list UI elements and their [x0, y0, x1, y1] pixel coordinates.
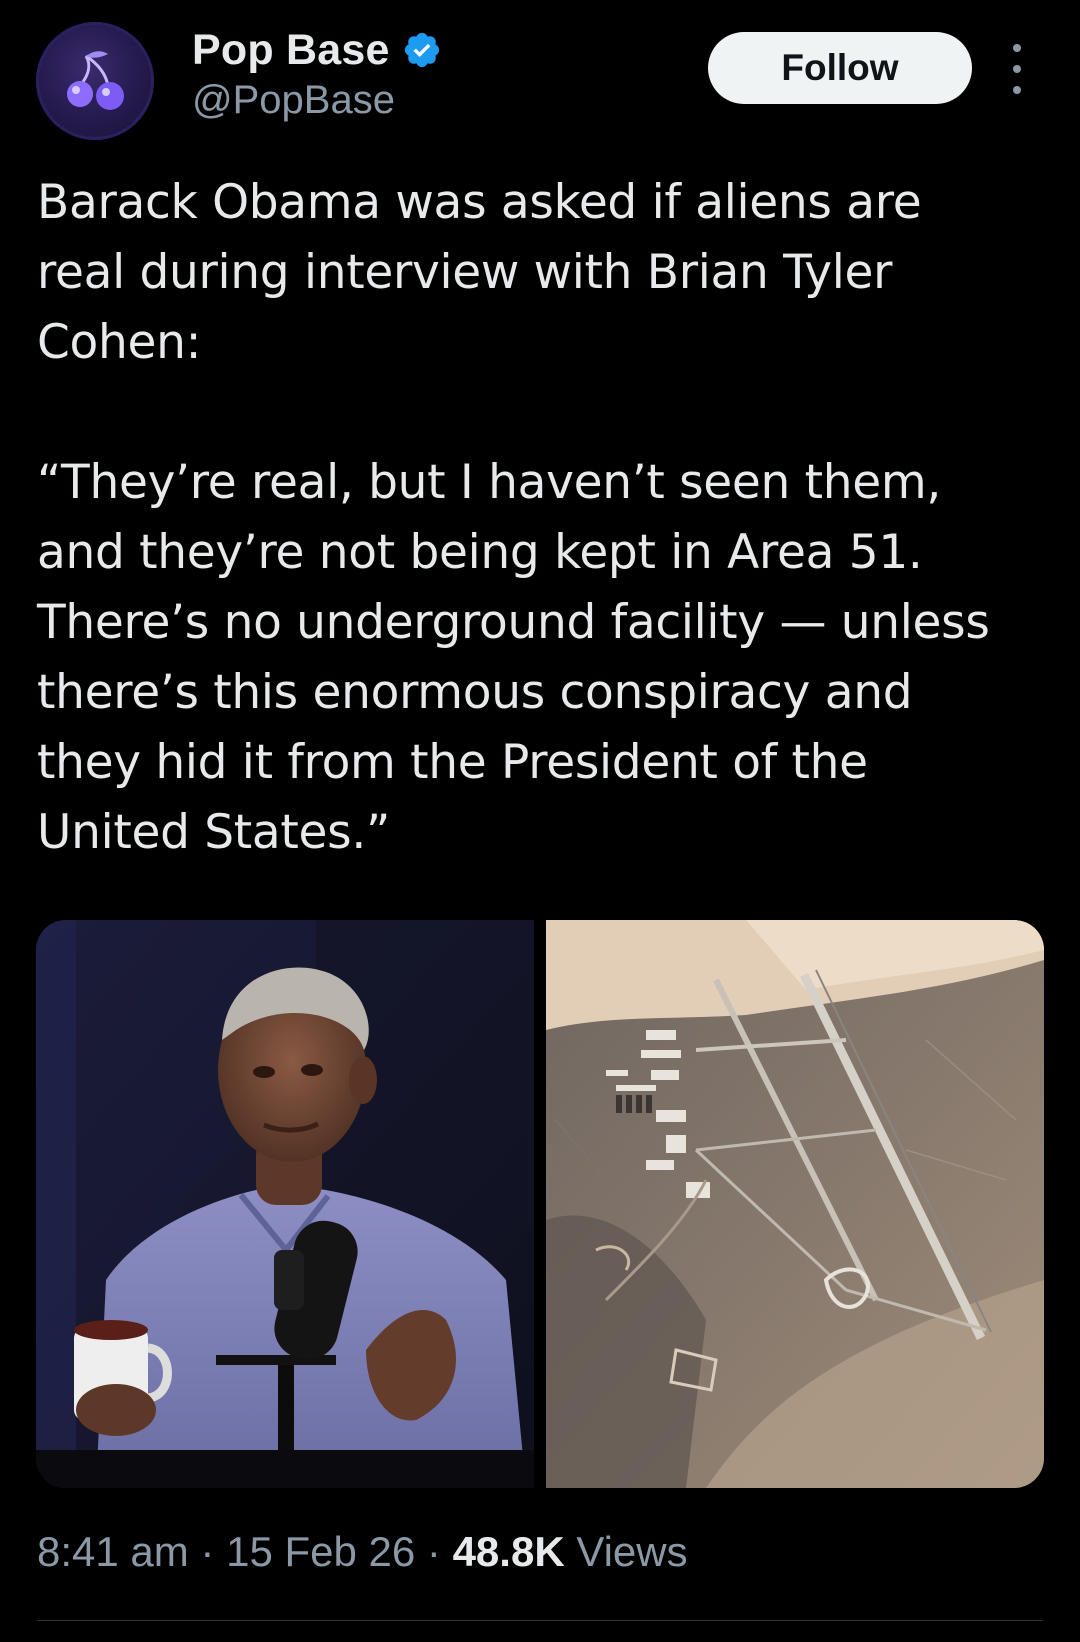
- author-handle[interactable]: @PopBase: [192, 78, 395, 123]
- views-count: 48.8K: [452, 1528, 565, 1575]
- views-label: Views: [564, 1528, 688, 1575]
- media-photo-area51[interactable]: [546, 920, 1044, 1488]
- verified-badge-icon: [404, 32, 439, 68]
- more-dot: [1013, 44, 1021, 52]
- photo-aerial-airbase: [546, 920, 1044, 1488]
- author-name[interactable]: Pop Base: [192, 26, 390, 75]
- avatar[interactable]: [36, 22, 154, 140]
- cherries-icon: [67, 51, 124, 110]
- meta-separator: ·: [415, 1528, 453, 1575]
- more-dot: [1013, 65, 1021, 73]
- tweet-text: Barack Obama was asked if aliens are rea…: [37, 175, 990, 860]
- tweet-meta: 8:41 am · 15 Feb 26 · 48.8K Views: [37, 1528, 688, 1576]
- media-grid: [36, 920, 1044, 1488]
- meta-separator: ·: [188, 1528, 227, 1575]
- photo-man-at-microphone: [36, 920, 534, 1488]
- author-name-row[interactable]: Pop Base: [192, 24, 442, 76]
- tweet-time[interactable]: 8:41 am: [37, 1528, 189, 1576]
- tweet: Pop Base @PopBase Follow Barack Obama wa…: [0, 0, 1080, 1642]
- more-dot: [1013, 86, 1021, 94]
- follow-button[interactable]: Follow: [708, 32, 972, 104]
- divider: [37, 1620, 1043, 1621]
- more-vertical-icon[interactable]: [1006, 44, 1028, 94]
- media-photo-obama[interactable]: [36, 920, 534, 1488]
- tweet-date[interactable]: 15 Feb 26: [226, 1528, 415, 1576]
